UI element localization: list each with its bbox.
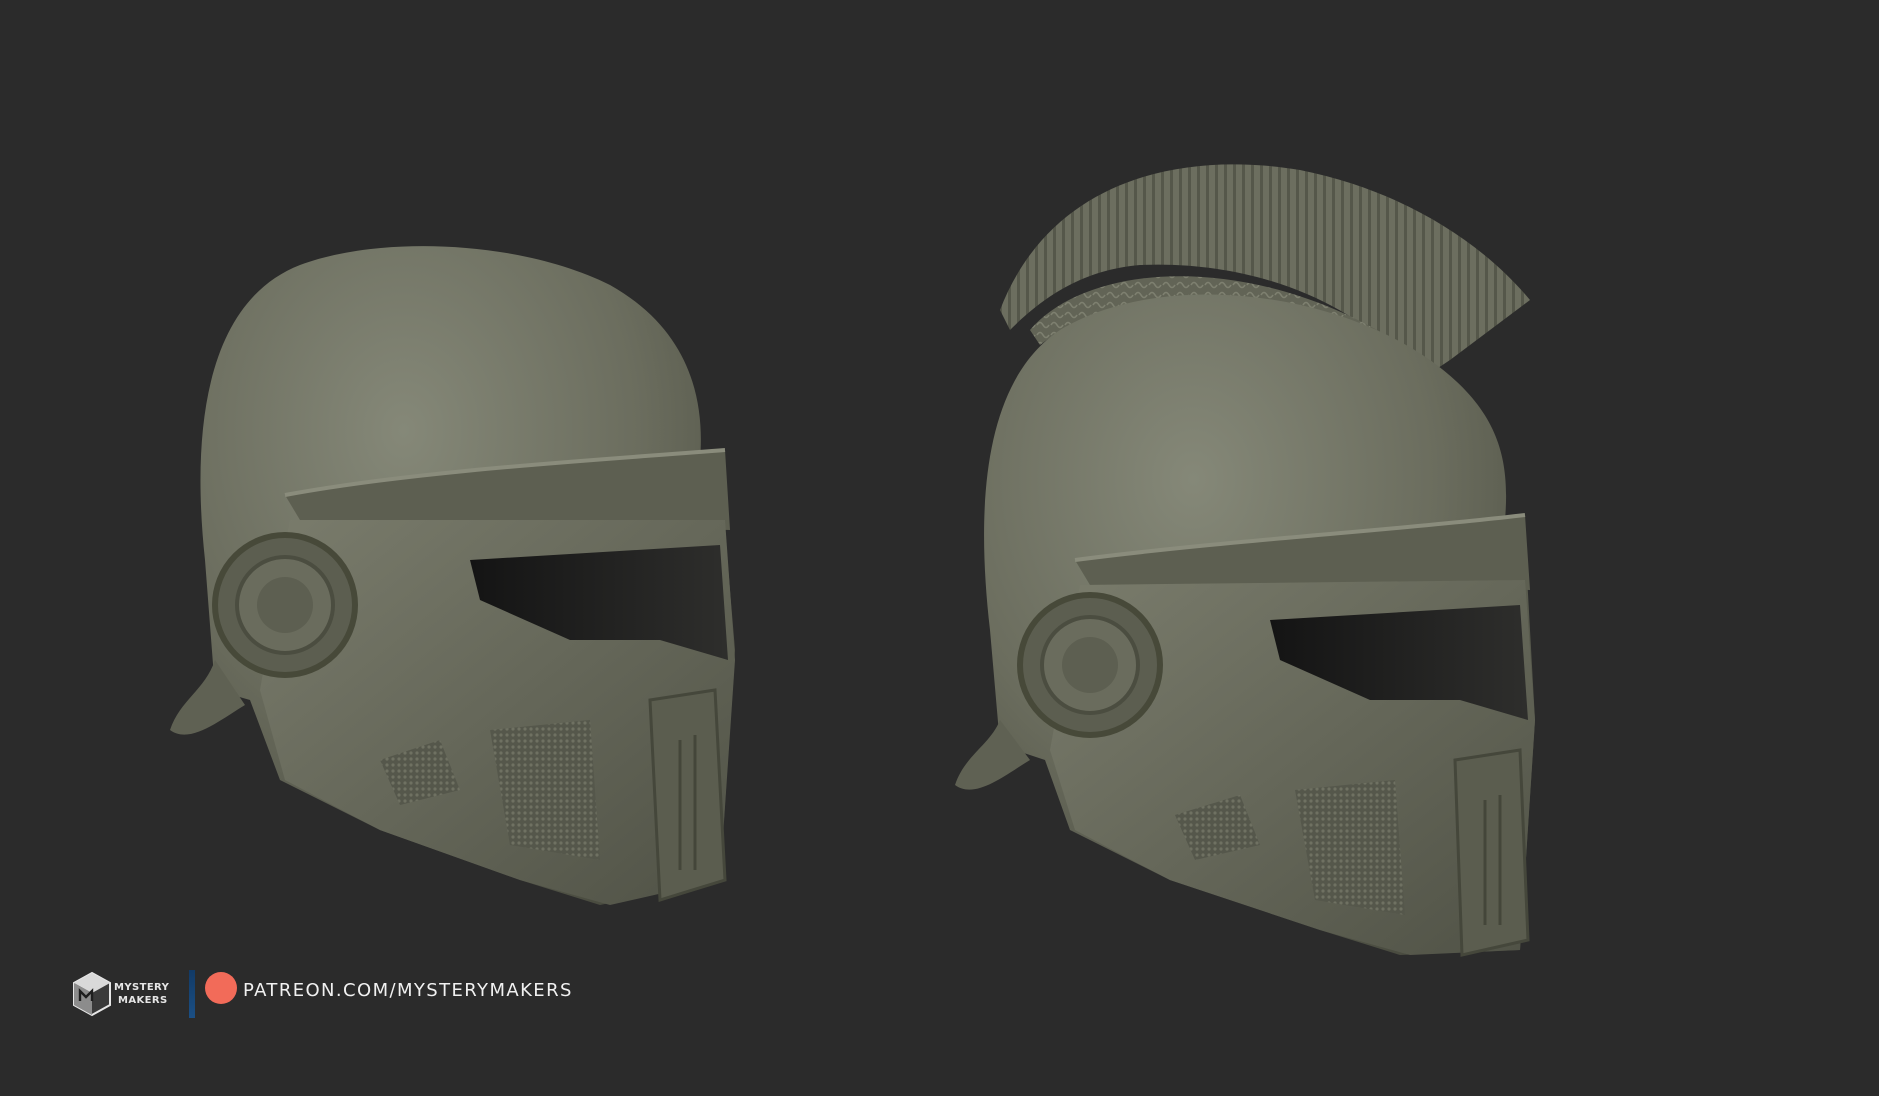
logo-text-line1: MYSTERY xyxy=(114,982,170,993)
mystery-makers-logo: MYSTERY MAKERS xyxy=(72,971,172,1017)
logo-text-line2: MAKERS xyxy=(118,995,168,1006)
helmet-crested xyxy=(955,164,1535,957)
render-scene xyxy=(170,164,1535,957)
footer-branding: MYSTERY MAKERS PATREON.COM/MYSTERYMAKERS xyxy=(72,966,692,1022)
helmet-plain xyxy=(170,246,735,906)
cube-logo-icon xyxy=(73,971,111,1017)
patreon-icon xyxy=(205,972,237,1004)
footer-divider xyxy=(189,970,195,1018)
patreon-link[interactable]: PATREON.COM/MYSTERYMAKERS xyxy=(243,980,573,1001)
